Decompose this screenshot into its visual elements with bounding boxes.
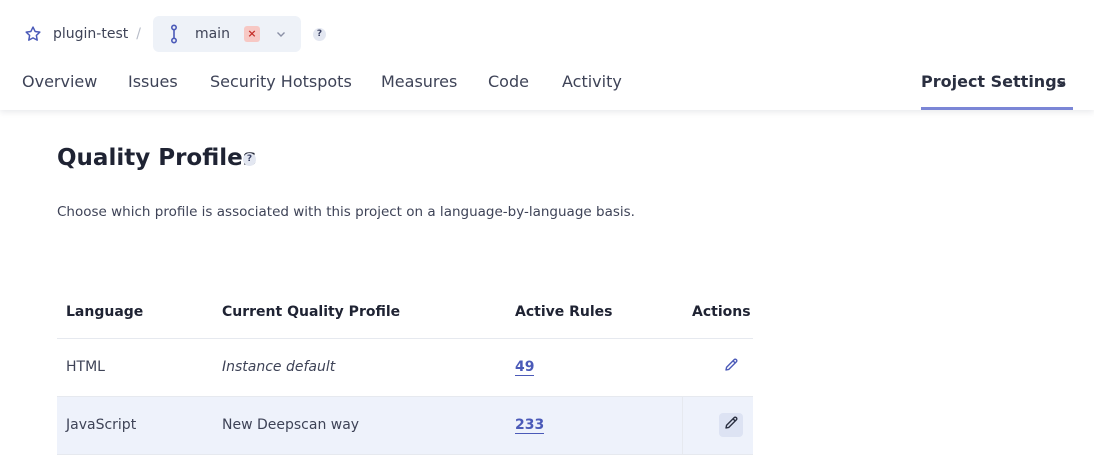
tab-issues[interactable]: Issues — [128, 72, 178, 91]
project-nav: Overview Issues Security Hotspots Measur… — [0, 62, 1094, 110]
table-row: JavaScript New Deepscan way 233 — [57, 397, 753, 455]
edit-profile-button[interactable] — [719, 355, 743, 379]
active-rules-link[interactable]: 233 — [515, 417, 545, 434]
profile-cell: Instance default — [222, 359, 336, 375]
column-header-actions: Actions — [692, 304, 751, 320]
branch-name: main — [194, 26, 230, 42]
edit-profile-button[interactable] — [719, 413, 743, 437]
chevron-down-icon — [1055, 77, 1067, 89]
branch-icon — [169, 24, 179, 44]
column-divider — [682, 397, 683, 454]
tab-overview[interactable]: Overview — [22, 72, 97, 91]
column-header-active-rules: Active Rules — [515, 304, 613, 320]
tab-project-settings[interactable]: Project Settings — [921, 62, 1073, 110]
tab-activity[interactable]: Activity — [562, 72, 622, 91]
language-cell: HTML — [66, 359, 105, 375]
page-title: Quality Profiles — [57, 145, 257, 171]
tab-code[interactable]: Code — [488, 72, 529, 91]
breadcrumb: plugin-test / main × ? — [24, 16, 326, 52]
branch-selector[interactable]: main × — [152, 16, 301, 52]
help-icon[interactable]: ? — [312, 27, 326, 41]
pencil-icon — [723, 357, 739, 377]
active-rules-cell: 49 — [515, 359, 535, 376]
column-header-profile: Current Quality Profile — [222, 304, 401, 320]
project-link[interactable]: plugin-test — [53, 26, 128, 42]
active-rules-link[interactable]: 49 — [515, 359, 535, 376]
quality-profiles-table: Language Current Quality Profile Active … — [57, 290, 753, 455]
help-icon[interactable]: ? — [243, 153, 256, 166]
top-bar: plugin-test / main × ? Overview Issues S… — [0, 0, 1094, 110]
chevron-down-icon — [275, 28, 287, 40]
project-settings-label: Project Settings — [921, 72, 1067, 91]
page-description: Choose which profile is associated with … — [57, 204, 635, 220]
quality-gate-failed-badge: × — [243, 26, 260, 42]
tab-security-hotspots[interactable]: Security Hotspots — [210, 72, 352, 91]
profile-cell: New Deepscan way — [222, 417, 360, 433]
tab-measures[interactable]: Measures — [381, 72, 457, 91]
breadcrumb-separator: / — [136, 26, 141, 42]
star-icon[interactable] — [24, 25, 42, 43]
column-header-language: Language — [66, 304, 144, 320]
active-rules-cell: 233 — [515, 417, 545, 434]
table-row: HTML Instance default 49 — [57, 339, 753, 397]
pencil-icon — [723, 415, 739, 435]
table-header: Language Current Quality Profile Active … — [57, 290, 753, 339]
language-cell: JavaScript — [66, 417, 137, 433]
